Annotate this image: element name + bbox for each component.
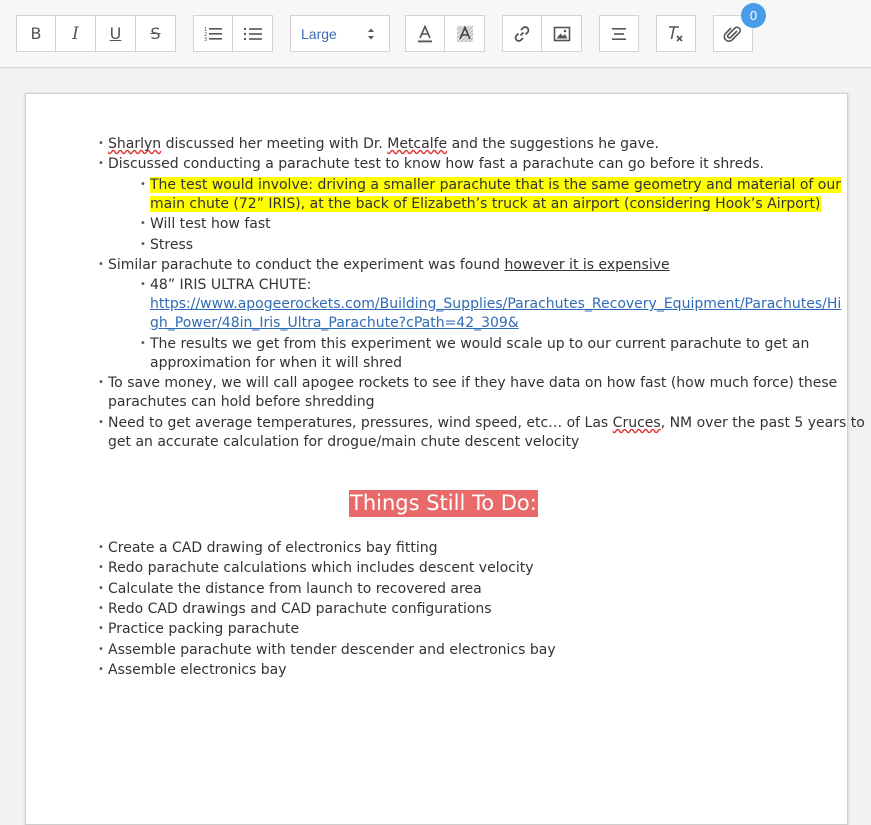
todo-item: Assemble parachute with tender descender… <box>108 642 556 658</box>
list-item: Stress <box>150 237 194 253</box>
misspelled-word: Cruces <box>612 415 661 431</box>
text-run: main chute (72” IRIS), at the back of El… <box>150 196 821 212</box>
text-run: Need to get average temperatures, pressu… <box>108 415 613 431</box>
bullet: • <box>98 583 104 594</box>
align-icon <box>612 27 626 40</box>
section-heading: Things Still To Do: <box>349 490 538 517</box>
highlighted-text: main chute (72” IRIS), at the back of El… <box>150 194 821 214</box>
svg-text:3: 3 <box>204 37 207 42</box>
align-group <box>599 15 639 52</box>
strikethrough-icon: S <box>150 24 161 43</box>
text-run: discussed her meeting with Dr. <box>161 136 388 152</box>
misspelled-word: Sharlyn <box>108 136 162 152</box>
font-size-select[interactable]: Large <box>290 15 390 52</box>
strikethrough-button[interactable]: S <box>136 15 176 52</box>
bullet: • <box>98 644 104 655</box>
todo-item: Create a CAD drawing of electronics bay … <box>108 540 438 556</box>
text-run: and the suggestions he gave. <box>447 136 659 152</box>
unordered-list-icon <box>243 27 262 40</box>
todo-item: Assemble electronics bay <box>108 662 287 678</box>
todo-item: Redo parachute calculations which includ… <box>108 560 534 576</box>
bullet: • <box>98 664 104 675</box>
italic-button[interactable]: I <box>56 15 96 52</box>
clear-format-button[interactable] <box>656 15 696 52</box>
clear-format-icon <box>669 25 683 42</box>
link-button[interactable] <box>502 15 542 52</box>
text-run: The test would involve: driving a smalle… <box>150 177 841 193</box>
list-item: Similar parachute to conduct the experim… <box>108 255 670 275</box>
bullet: • <box>98 259 104 270</box>
bullet: • <box>98 417 104 428</box>
text-color-button[interactable] <box>405 15 445 52</box>
bullet: • <box>98 377 104 388</box>
bullet: • <box>98 562 104 573</box>
misspelled-word: Metcalfe <box>387 136 448 152</box>
attachment-icon <box>723 26 741 42</box>
list-item: 48” IRIS ULTRA CHUTE: <box>150 277 312 293</box>
editor-toolbar: B I U S 1 2 3 Large 0 <box>0 0 871 68</box>
bullet: • <box>140 218 146 229</box>
list-item: Sharlyn discussed her meeting with Dr. M… <box>108 134 659 154</box>
parachute-link[interactable]: https://www.apogeerockets.com/Building_S… <box>150 294 841 314</box>
bullet: • <box>140 179 146 190</box>
attachment-count-badge: 0 <box>741 3 766 28</box>
parachute-link-continued[interactable]: gh_Power/48in_Iris_Ultra_Parachute?cPath… <box>150 313 519 333</box>
list-item: parachutes can hold before shredding <box>108 394 375 410</box>
background-color-button[interactable] <box>445 15 485 52</box>
align-button[interactable] <box>599 15 639 52</box>
list-item: Need to get average temperatures, pressu… <box>108 413 865 433</box>
list-item: approximation for when it will shred <box>150 355 403 371</box>
clear-group <box>656 15 696 52</box>
text-color-icon <box>418 24 432 42</box>
unordered-list-button[interactable] <box>233 15 273 52</box>
insert-group <box>502 15 582 52</box>
bullet: • <box>98 138 104 149</box>
font-size-value: Large <box>301 25 337 42</box>
todo-item: Redo CAD drawings and CAD parachute conf… <box>108 601 492 617</box>
list-item: get an accurate calculation for drogue/m… <box>108 434 580 450</box>
select-arrows-icon <box>368 28 374 40</box>
list-item: Will test how fast <box>150 216 271 232</box>
image-button[interactable] <box>542 15 582 52</box>
text-run: , NM over the past 5 years to <box>660 415 865 431</box>
list-item: Discussed conducting a parachute test to… <box>108 156 764 172</box>
underline-icon: U <box>109 24 122 43</box>
bullet: • <box>140 279 146 290</box>
list-item: To save money, we will call apogee rocke… <box>108 375 838 391</box>
text-run: Similar parachute to conduct the experim… <box>108 257 505 273</box>
ordered-list-icon: 1 2 3 <box>204 27 222 42</box>
color-group <box>405 15 485 52</box>
bullet: • <box>98 158 104 169</box>
bold-button[interactable]: B <box>16 15 56 52</box>
bullet: • <box>140 239 146 250</box>
bullet: • <box>140 338 146 349</box>
image-icon <box>553 26 570 41</box>
list-item: The results we get from this experiment … <box>150 336 810 352</box>
underlined-text: however it is expensive <box>504 257 670 273</box>
underline-button[interactable]: U <box>96 15 136 52</box>
document-page[interactable]: • Sharlyn discussed her meeting with Dr.… <box>25 93 865 825</box>
italic-icon: I <box>72 23 79 44</box>
text-style-group: B I U S <box>16 15 176 52</box>
list-group: 1 2 3 <box>193 15 273 52</box>
ordered-list-button[interactable]: 1 2 3 <box>193 15 233 52</box>
todo-item: Practice packing parachute <box>108 621 300 637</box>
link-icon <box>514 25 530 42</box>
background-color-icon <box>456 24 473 42</box>
bullet: • <box>98 603 104 614</box>
bullet: • <box>98 623 104 634</box>
bullet: • <box>98 542 104 553</box>
todo-item: Calculate the distance from launch to re… <box>108 581 482 597</box>
bold-icon: B <box>30 24 42 43</box>
highlighted-text: The test would involve: driving a smalle… <box>150 175 841 195</box>
